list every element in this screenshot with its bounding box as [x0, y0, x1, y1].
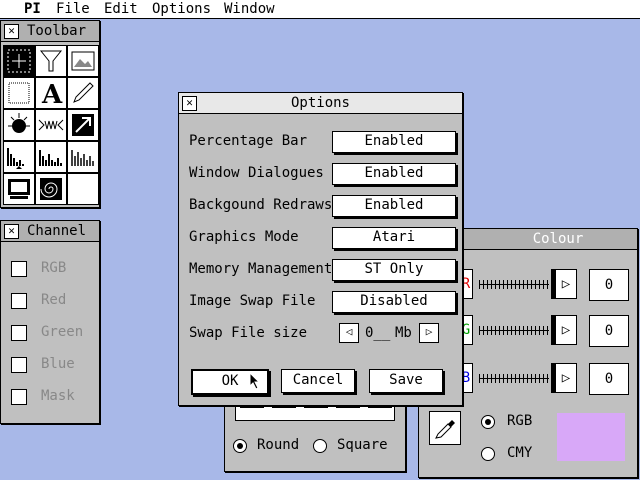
colour-swatch: [557, 413, 625, 461]
ok-label: OK: [221, 373, 239, 389]
option-value-percentage-bar[interactable]: Enabled: [332, 131, 456, 153]
arrow-right-icon[interactable]: ▷: [555, 269, 577, 299]
channel-checkbox-mask[interactable]: [11, 389, 27, 405]
effects-tool-icon[interactable]: [3, 109, 35, 141]
option-label-window-dialogues: Window Dialogues: [189, 165, 324, 181]
close-icon[interactable]: ✕: [4, 224, 19, 239]
slider-r-label: R: [461, 276, 471, 292]
option-label-background-redraws: Backgound Redraws: [189, 197, 333, 213]
slider-b-ticks: [479, 374, 549, 383]
option-value-image-swap-file[interactable]: Disabled: [332, 291, 456, 313]
resize-tool-icon[interactable]: [67, 109, 99, 141]
radio-rgb[interactable]: [481, 415, 495, 429]
option-label-memory-management: Memory Management: [189, 261, 333, 277]
colour-title: Colour: [532, 231, 584, 247]
options-title: Options: [290, 95, 350, 111]
arrow-right-icon[interactable]: ▷: [555, 315, 577, 345]
save-label: Save: [389, 372, 423, 388]
radio-cmy[interactable]: [481, 447, 495, 461]
cancel-label: Cancel: [292, 372, 344, 388]
value-r[interactable]: 0: [589, 269, 629, 301]
channel-titlebar[interactable]: ✕ Channel: [1, 221, 99, 242]
slider-g-ticks: [479, 326, 549, 335]
swirl-tool-icon[interactable]: [35, 173, 67, 205]
pencil-tool-icon[interactable]: [67, 77, 99, 109]
slider-b-label: B: [461, 370, 471, 386]
levels-tool-icon[interactable]: [35, 141, 67, 173]
toolbar-window: ✕ Toolbar A: [0, 20, 100, 208]
menu-file[interactable]: File: [56, 1, 90, 17]
label-round: Round: [257, 437, 300, 453]
slider-r-ticks: [479, 280, 549, 289]
options-titlebar[interactable]: ✕ Options: [179, 93, 462, 114]
option-label-percentage-bar: Percentage Bar: [189, 133, 308, 149]
arrow-left-icon[interactable]: ◁: [339, 323, 359, 343]
arrow-right-icon[interactable]: ▷: [555, 363, 577, 393]
menu-edit[interactable]: Edit: [104, 1, 138, 17]
option-label-swap-file-size: Swap File size: [189, 325, 308, 341]
value-g[interactable]: 0: [589, 315, 629, 347]
option-value-memory-management[interactable]: ST Only: [332, 259, 456, 281]
channel-title: Channel: [27, 223, 87, 239]
channel-window: ✕ Channel RGB Red Green Blue Mask: [0, 220, 100, 424]
swap-size-unit: Mb: [395, 325, 412, 341]
mode-label-cmy: CMY: [507, 445, 533, 461]
channel-label-red: Red: [41, 292, 67, 308]
option-label-graphics-mode: Graphics Mode: [189, 229, 299, 245]
curves-tool-icon[interactable]: [67, 141, 99, 173]
menu-options[interactable]: Options: [152, 1, 211, 17]
channel-checkbox-blue[interactable]: [11, 357, 27, 373]
label-square: Square: [337, 437, 388, 453]
select-tool-icon[interactable]: [3, 45, 35, 77]
slider-g-label: G: [461, 322, 471, 338]
menu-window[interactable]: Window: [224, 1, 275, 17]
channel-label-green: Green: [41, 324, 84, 340]
channel-checkbox-green[interactable]: [11, 325, 27, 341]
mouse-cursor-icon: [249, 372, 261, 390]
option-value-background-redraws[interactable]: Enabled: [332, 195, 456, 217]
toolbar-title: Toolbar: [27, 23, 87, 39]
menu-pi[interactable]: PI: [24, 1, 41, 17]
text-tool-icon[interactable]: A: [35, 77, 67, 109]
channel-label-blue: Blue: [41, 356, 75, 372]
arrow-right-icon[interactable]: ▷: [419, 323, 439, 343]
rectangle-tool-icon[interactable]: [3, 77, 35, 109]
channel-checkbox-red[interactable]: [11, 293, 27, 309]
mode-label-rgb: RGB: [507, 413, 533, 429]
menu-bar: PI File Edit Options Window: [0, 0, 640, 19]
option-value-graphics-mode[interactable]: Atari: [332, 227, 456, 249]
empty-tool-slot: [67, 173, 99, 205]
radio-square[interactable]: [313, 439, 327, 453]
image-tool-icon[interactable]: [67, 45, 99, 77]
channel-label-rgb: RGB: [41, 260, 67, 276]
option-label-image-swap-file: Image Swap File: [189, 293, 316, 309]
toolbar-titlebar[interactable]: ✕ Toolbar: [1, 21, 99, 42]
channel-checkbox-rgb[interactable]: [11, 261, 27, 277]
options-dialog: ✕ Options Percentage Bar Enabled Window …: [178, 92, 463, 406]
save-button[interactable]: Save: [369, 369, 443, 393]
radio-round[interactable]: [233, 439, 247, 453]
svg-text:A: A: [41, 80, 63, 108]
monitor-tool-icon[interactable]: [3, 173, 35, 205]
channel-label-mask: Mask: [41, 388, 75, 404]
filter-tool-icon[interactable]: [35, 109, 67, 141]
histogram-tool-icon[interactable]: [3, 141, 35, 173]
cancel-button[interactable]: Cancel: [281, 369, 355, 393]
value-b[interactable]: 0: [589, 363, 629, 395]
eyedropper-icon[interactable]: [429, 411, 461, 445]
option-value-window-dialogues[interactable]: Enabled: [332, 163, 456, 185]
swap-size-value[interactable]: 0__: [365, 325, 390, 341]
close-icon[interactable]: ✕: [4, 24, 19, 39]
funnel-tool-icon[interactable]: [35, 45, 67, 77]
